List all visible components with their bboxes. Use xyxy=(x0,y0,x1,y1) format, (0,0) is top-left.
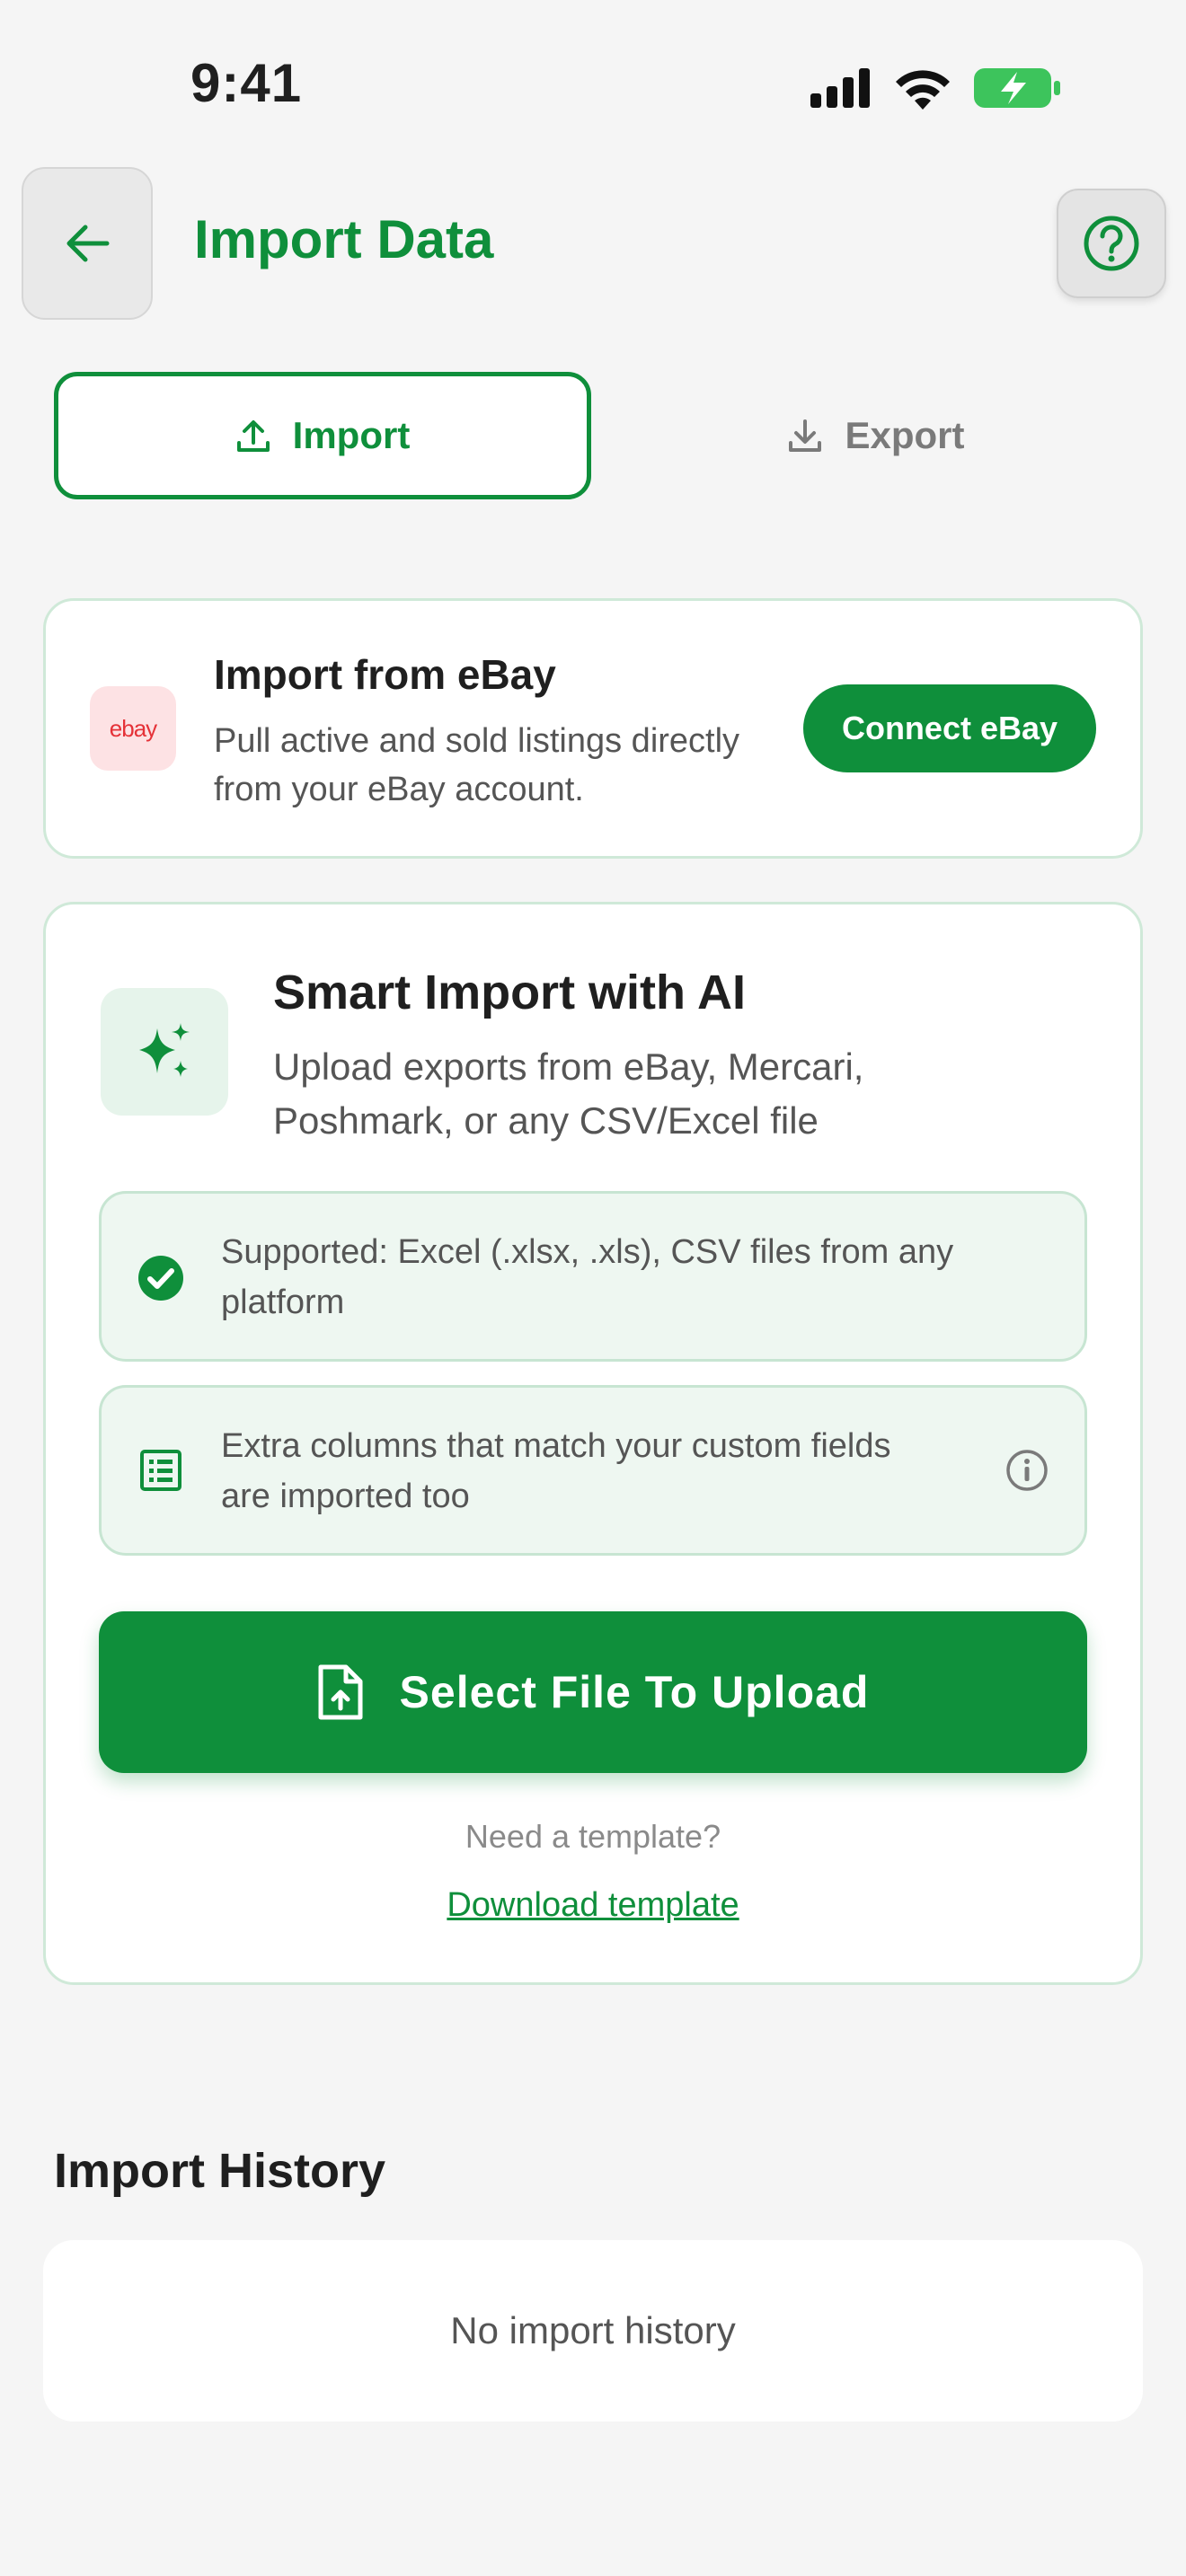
select-file-button[interactable]: Select File To Upload xyxy=(99,1611,1087,1773)
connect-ebay-button[interactable]: Connect eBay xyxy=(803,684,1096,772)
cellular-signal-icon xyxy=(810,68,870,108)
tab-import-label: Import xyxy=(292,414,411,456)
arrow-left-icon xyxy=(66,225,110,262)
tab-export-label: Export xyxy=(845,414,965,456)
wifi-icon xyxy=(896,70,950,110)
custom-fields-text: Extra columns that match your custom fie… xyxy=(221,1427,891,1515)
import-history-card: No import history xyxy=(43,2240,1143,2422)
ebay-card-description: Pull active and sold listings directly f… xyxy=(214,722,740,808)
download-template-link: Download template xyxy=(0,1886,1186,1925)
download-icon xyxy=(789,419,822,452)
ebay-logo: ebay xyxy=(90,686,176,771)
list-icon xyxy=(140,1450,181,1491)
import-history-title: Import History xyxy=(54,2144,386,2198)
tab-export[interactable]: Export xyxy=(607,372,1145,499)
sparkles-badge xyxy=(101,988,228,1116)
back-button[interactable] xyxy=(22,167,153,320)
tab-import[interactable]: Import xyxy=(54,372,591,499)
sparkles-icon xyxy=(139,1023,190,1077)
ebay-card-title: Import from eBay xyxy=(214,651,556,698)
smart-import-description: Upload exports from eBay, Mercari, Poshm… xyxy=(273,1045,864,1142)
supported-formats-text: Supported: Excel (.xlsx, .xls), CSV file… xyxy=(221,1233,954,1321)
download-template-link-text[interactable]: Download template xyxy=(447,1886,739,1924)
check-circle-icon xyxy=(138,1256,183,1301)
help-button[interactable] xyxy=(1057,189,1166,298)
battery-charging-icon xyxy=(974,68,1060,108)
help-circle-icon xyxy=(1084,216,1139,271)
empty-history-text: No import history xyxy=(450,2309,736,2351)
page-title: Import Data xyxy=(194,209,494,269)
status-time: 9:41 xyxy=(190,53,303,113)
status-icons xyxy=(809,63,1069,113)
info-icon[interactable] xyxy=(1005,1448,1049,1493)
file-upload-icon xyxy=(318,1664,363,1720)
upload-icon xyxy=(236,420,270,452)
template-prompt: Need a template? xyxy=(465,1818,721,1855)
select-file-label: Select File To Upload xyxy=(399,1667,870,1717)
smart-import-title: Smart Import with AI xyxy=(273,966,747,1019)
